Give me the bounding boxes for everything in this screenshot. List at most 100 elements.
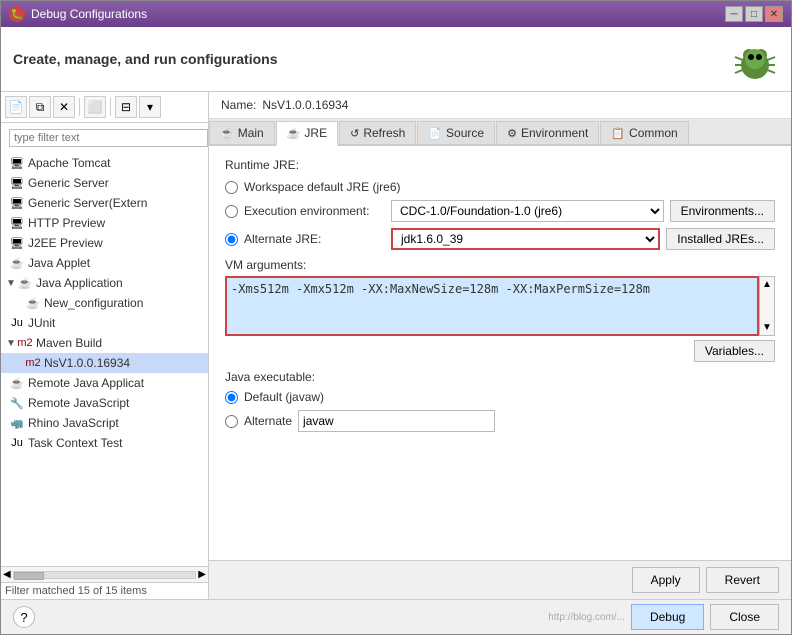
sidebar-item-maven-build[interactable]: ▼ m2 Maven Build [1,333,208,353]
collapse-button[interactable]: ⊟ [115,96,137,118]
sidebar-item-ns-config[interactable]: m2 NsV1.0.0.16934 [1,353,208,373]
source-tab-icon: 📄 [428,127,442,140]
footer-url: http://blog.com/... [548,612,625,623]
tab-source-label: Source [446,126,484,140]
java-exec-label: Java executable: [225,370,775,384]
scroll-up-button[interactable]: ▲ [760,277,774,292]
minimize-button[interactable]: ─ [725,6,743,22]
header-section: Create, manage, and run configurations [1,27,791,92]
execution-env-combo[interactable]: CDC-1.0/Foundation-1.0 (jre6) [391,200,664,222]
filter-input[interactable] [9,129,208,147]
vm-args-container: -Xms512m -Xmx512m -XX:MaxNewSize=128m -X… [225,276,775,336]
apply-button[interactable]: Apply [632,567,700,593]
task-icon: Ju [9,435,25,451]
window-title: Debug Configurations [31,7,147,21]
close-window-button[interactable]: ✕ [765,6,783,22]
maximize-button[interactable]: □ [745,6,763,22]
tab-refresh[interactable]: ↺ Refresh [339,121,416,144]
alternate-exec-label: Alternate [244,414,292,428]
sidebar-label: Java Applet [28,256,90,270]
header-bug-icon [731,35,779,83]
sidebar-item-new-configuration[interactable]: ☕ New_configuration [1,293,208,313]
jre-tab-icon: ☕ [287,127,301,140]
server-icon: 🖥 [9,175,25,191]
sidebar-item-remote-js[interactable]: 🔧 Remote JavaScript [1,393,208,413]
scroll-track [760,292,774,320]
menu-button[interactable]: ▾ [139,96,161,118]
tab-environment-label: Environment [521,126,588,140]
main-tab-icon: ☕ [220,127,234,140]
java-app-icon: ☕ [17,275,33,291]
sidebar-toolbar: 📄 ⧉ ✕ ⬜ ⊟ ▾ [1,92,208,123]
sidebar-item-rhino-js[interactable]: 🦏 Rhino JavaScript [1,413,208,433]
filter-status: Filter matched 15 of 15 items [5,585,147,597]
horizontal-scrollbar[interactable]: ◀ ▶ [1,566,208,582]
workspace-jre-label: Workspace default JRE (jre6) [244,180,401,194]
tab-common[interactable]: 📋 Common [600,121,688,144]
sidebar-item-junit[interactable]: Ju JUnit [1,313,208,333]
maven-sub-icon: m2 [25,355,41,371]
delete-button[interactable]: ✕ [53,96,75,118]
new-config-button[interactable]: 📄 [5,96,27,118]
vm-args-textarea[interactable]: -Xms512m -Xmx512m -XX:MaxNewSize=128m -X… [225,276,759,336]
environments-button[interactable]: Environments... [670,200,775,222]
scroll-thumb[interactable] [14,572,44,580]
expand-icon[interactable]: ▼ [5,277,17,289]
sidebar-item-j2ee-preview[interactable]: 🖥 J2EE Preview [1,233,208,253]
sidebar-item-task-context[interactable]: Ju Task Context Test [1,433,208,453]
check-icon: ☕ [9,255,25,271]
sidebar-label: Remote Java Applicat [28,376,144,390]
sidebar-label: Apache Tomcat [28,156,111,170]
scroll-left-button[interactable]: ◀ [3,569,11,580]
execution-env-radio[interactable] [225,205,238,218]
alternate-jre-radio[interactable] [225,233,238,246]
tree-container: 🖥 Apache Tomcat 🖥 Generic Server 🖥 Gener… [1,153,208,566]
sidebar-label: Java Application [36,276,123,290]
help-button[interactable]: ? [13,606,35,628]
tab-jre[interactable]: ☕ JRE [276,121,338,146]
installed-jres-button[interactable]: Installed JREs... [666,228,775,250]
expand-icon[interactable]: ▼ [5,337,17,349]
execution-env-row: Execution environment: CDC-1.0/Foundatio… [225,200,775,222]
workspace-jre-radio[interactable] [225,181,238,194]
alternate-exec-input[interactable] [298,410,495,432]
default-exec-radio[interactable] [225,391,238,404]
toolbar-separator-2 [110,98,111,116]
variables-button[interactable]: Variables... [694,340,775,362]
sidebar-label: NsV1.0.0.16934 [44,356,130,370]
scroll-right-button[interactable]: ▶ [198,569,206,580]
sidebar-item-java-applet[interactable]: ☕ Java Applet [1,253,208,273]
tab-environment[interactable]: ⚙ Environment [496,121,599,144]
sidebar-label: JUnit [28,316,55,330]
close-button[interactable]: Close [710,604,779,630]
footer-right: http://blog.com/... Debug Close [548,604,779,630]
window-controls: ─ □ ✕ [725,6,783,22]
revert-button[interactable]: Revert [706,567,779,593]
duplicate-button[interactable]: ⧉ [29,96,51,118]
jre-panel: Runtime JRE: Workspace default JRE (jre6… [209,146,791,560]
filter-button[interactable]: ⬜ [84,96,106,118]
alternate-exec-radio[interactable] [225,415,238,428]
variables-row: Variables... [225,340,775,362]
execution-env-label: Execution environment: [244,204,369,218]
common-tab-icon: 📋 [611,127,625,140]
sidebar-item-generic-server-extern[interactable]: 🖥 Generic Server(Extern [1,193,208,213]
default-exec-label: Default (javaw) [244,390,324,404]
sidebar-item-apache-tomcat[interactable]: 🖥 Apache Tomcat [1,153,208,173]
debug-button[interactable]: Debug [631,604,704,630]
sidebar-item-remote-java[interactable]: ☕ Remote Java Applicat [1,373,208,393]
alternate-jre-combo[interactable]: jdk1.6.0_39 [391,228,660,250]
server-icon: 🖥 [9,195,25,211]
sidebar-label: Generic Server [28,176,109,190]
sidebar-item-generic-server[interactable]: 🖥 Generic Server [1,173,208,193]
vm-args-section: VM arguments: -Xms512m -Xmx512m -XX:MaxN… [225,258,775,362]
sidebar-item-http-preview[interactable]: 🖥 HTTP Preview [1,213,208,233]
tab-source[interactable]: 📄 Source [417,121,495,144]
sidebar-item-java-application[interactable]: ▼ ☕ Java Application [1,273,208,293]
scroll-down-button[interactable]: ▼ [760,320,774,335]
tab-jre-label: JRE [304,126,327,140]
tab-main[interactable]: ☕ Main [209,121,275,144]
sidebar-label: HTTP Preview [28,216,105,230]
sidebar: 📄 ⧉ ✕ ⬜ ⊟ ▾ 🖥 Apache Tomcat [1,92,209,599]
alternate-exec-row: Alternate [225,410,775,432]
